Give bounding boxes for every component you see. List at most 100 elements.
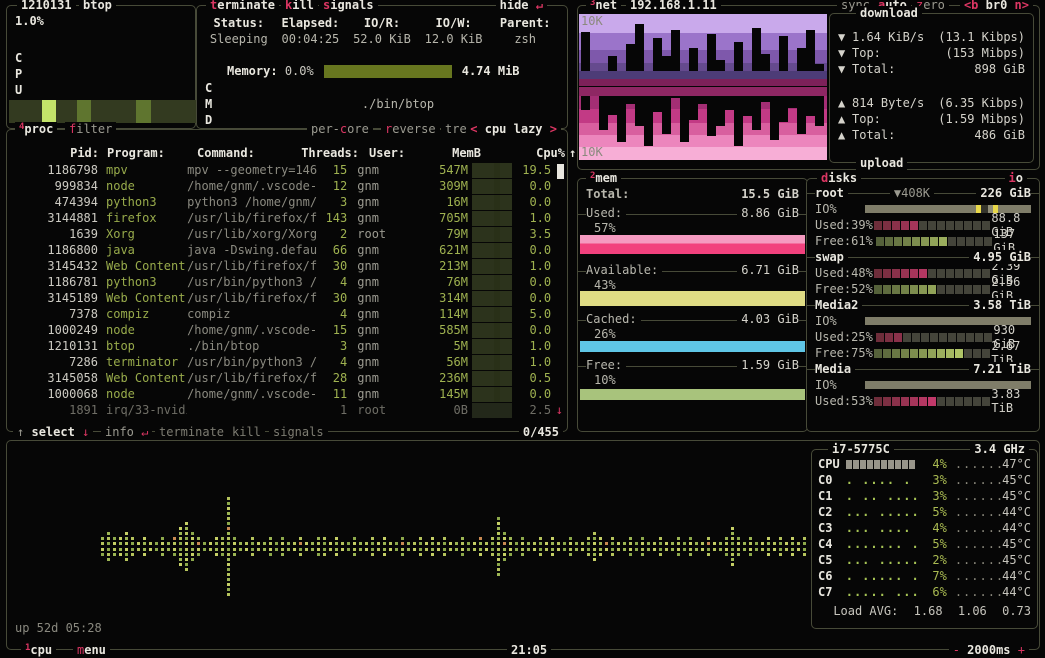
process-cpu-percent: 1.0	[516, 258, 552, 274]
graph-dot	[305, 542, 308, 545]
select-control[interactable]: ↑ select ↓	[13, 425, 93, 439]
process-row[interactable]: 1210131btop./bin/btop3gnm5M1.0	[11, 338, 563, 354]
net-graph-gap	[626, 44, 635, 71]
core-temp-value: 45°C	[1002, 536, 1031, 552]
header-threads[interactable]: Threads:	[287, 146, 359, 160]
process-cpu-percent: 3.5	[516, 226, 552, 242]
header-command[interactable]: Command:	[197, 146, 255, 160]
graph-dot	[203, 542, 206, 545]
meter-block	[973, 269, 981, 278]
meter-block	[910, 285, 918, 294]
graph-dot	[215, 542, 218, 545]
process-row[interactable]: 3145058Web Content/usr/lib/firefox/fi28g…	[11, 370, 563, 386]
process-row[interactable]: 1639Xorg/usr/lib/xorg/Xorg2root79M3.5	[11, 226, 563, 242]
cpu-box-tab[interactable]: 1cpu	[21, 643, 56, 657]
graph-dot	[497, 517, 500, 520]
meter-block	[973, 285, 981, 294]
reverse-button[interactable]: reverse	[381, 122, 440, 136]
graph-dot	[473, 542, 476, 545]
kill-button[interactable]: kill	[281, 0, 318, 12]
net-interface-selector[interactable]: <b br0 n>	[960, 0, 1033, 12]
header-program[interactable]: Program:	[107, 146, 165, 160]
net-graph-gap	[680, 96, 689, 142]
process-row[interactable]: 999834node/home/gnm/.vscode-s12gnm309M0.…	[11, 178, 563, 194]
process-row[interactable]: 1186781python3/usr/bin/python3 /h4gnm76M…	[11, 274, 563, 290]
per-core-button[interactable]: per-core	[307, 122, 373, 136]
process-row[interactable]: 474394python3python3 /home/gnm/b3gnm16M0…	[11, 194, 563, 210]
disk-io-label: IO%	[815, 314, 861, 328]
mem-free-row: Free:1.59 GiB	[578, 358, 807, 373]
process-pid: 999834	[11, 178, 98, 194]
graph-dot	[701, 548, 704, 551]
core-temp-graph: .........	[955, 504, 1002, 520]
process-command: mpv --geometry=1462	[187, 162, 318, 178]
meter-block	[937, 285, 945, 294]
net-graph-gap	[734, 42, 743, 71]
graph-dot	[299, 548, 302, 551]
process-row[interactable]: 1000249node/home/gnm/.vscode-s15gnm585M0…	[11, 322, 563, 338]
kill-footer-button[interactable]: kill	[228, 425, 265, 439]
process-row[interactable]: 3145432Web Content/usr/lib/firefox/fi30g…	[11, 258, 563, 274]
scrollbar-thumb[interactable]	[557, 164, 564, 179]
io-mode-button[interactable]: io	[1005, 171, 1027, 185]
header-cpu[interactable]: Cpu%	[509, 146, 565, 160]
meter-block	[867, 460, 873, 469]
process-row[interactable]: 1000068node/home/gnm/.vscode-s11gnm145M0…	[11, 386, 563, 402]
meter-block	[946, 269, 954, 278]
core-usage-percent: 5%	[921, 504, 947, 520]
sort-column-selector[interactable]: < cpu lazy >	[466, 122, 561, 136]
graph-dot	[233, 548, 236, 551]
process-command: python3 /home/gnm/b	[187, 194, 318, 210]
graph-dot	[227, 532, 230, 535]
process-program: Web Content	[106, 290, 187, 306]
header-mem[interactable]: MemB	[425, 146, 481, 160]
graph-dot	[641, 553, 644, 556]
process-row[interactable]: 3144881firefox/usr/lib/firefox/fi143gnm7…	[11, 210, 563, 226]
terminate-button[interactable]: terminate	[206, 0, 279, 12]
process-row[interactable]: 1891irq/33-nvidia1root0B2.5↓	[11, 402, 563, 418]
graph-dot	[569, 542, 572, 545]
hide-button[interactable]: hide ↵	[496, 0, 547, 12]
graph-dot	[539, 548, 542, 551]
up-arrow-icon: ▲	[838, 112, 852, 126]
graph-dot	[539, 537, 542, 540]
graph-dot	[737, 548, 740, 551]
meter-block	[946, 285, 954, 294]
graph-dot	[491, 537, 494, 540]
signals-button[interactable]: signals	[319, 0, 378, 12]
graph-dot	[671, 542, 674, 545]
process-cpu-percent: 0.0	[516, 194, 552, 210]
interval-minus-button[interactable]: -	[953, 643, 960, 657]
interval-plus-button[interactable]: +	[1018, 643, 1025, 657]
filter-button[interactable]: filter	[65, 122, 116, 136]
process-row[interactable]: 7378compizcompiz4gnm114M5.0	[11, 306, 563, 322]
graph-dot	[725, 537, 728, 540]
process-mem: 309M	[413, 178, 468, 194]
header-user[interactable]: User:	[369, 146, 405, 160]
signals-footer-button[interactable]: signals	[269, 425, 328, 439]
meter-block	[883, 285, 891, 294]
menu-button[interactable]: menu	[73, 643, 110, 657]
graph-dot	[323, 548, 326, 551]
down-arrow-icon: ▼	[838, 46, 852, 60]
process-pid: 7286	[11, 354, 98, 370]
header-pid[interactable]: Pid:	[11, 146, 99, 160]
core-name: C1	[818, 488, 846, 504]
update-interval-control[interactable]: - 2000ms +	[949, 643, 1029, 657]
graph-dot	[461, 548, 464, 551]
process-pid: 7378	[11, 306, 98, 322]
process-row[interactable]: 1186800javajava -Dswing.defaul66gnm621M0…	[11, 242, 563, 258]
process-row[interactable]: 1186798mpvmpv --geometry=146215gnm547M19…	[11, 162, 563, 178]
process-mem: 213M	[413, 258, 468, 274]
graph-dot	[797, 542, 800, 545]
graph-dot	[191, 558, 194, 561]
process-mem: 547M	[413, 162, 468, 178]
graph-dot	[731, 563, 734, 566]
terminate-footer-button[interactable]: terminate	[155, 425, 228, 439]
process-row[interactable]: 7286terminator/usr/bin/python3 /u4gnm56M…	[11, 354, 563, 370]
process-row[interactable]: 3145189Web Content/usr/lib/firefox/fi30g…	[11, 290, 563, 306]
info-button[interactable]: info ↵	[101, 425, 152, 439]
disk-usage-percent: 53%	[851, 394, 874, 408]
disk-usage-meter	[874, 349, 991, 358]
process-cpu-percent: 0.5	[516, 370, 552, 386]
